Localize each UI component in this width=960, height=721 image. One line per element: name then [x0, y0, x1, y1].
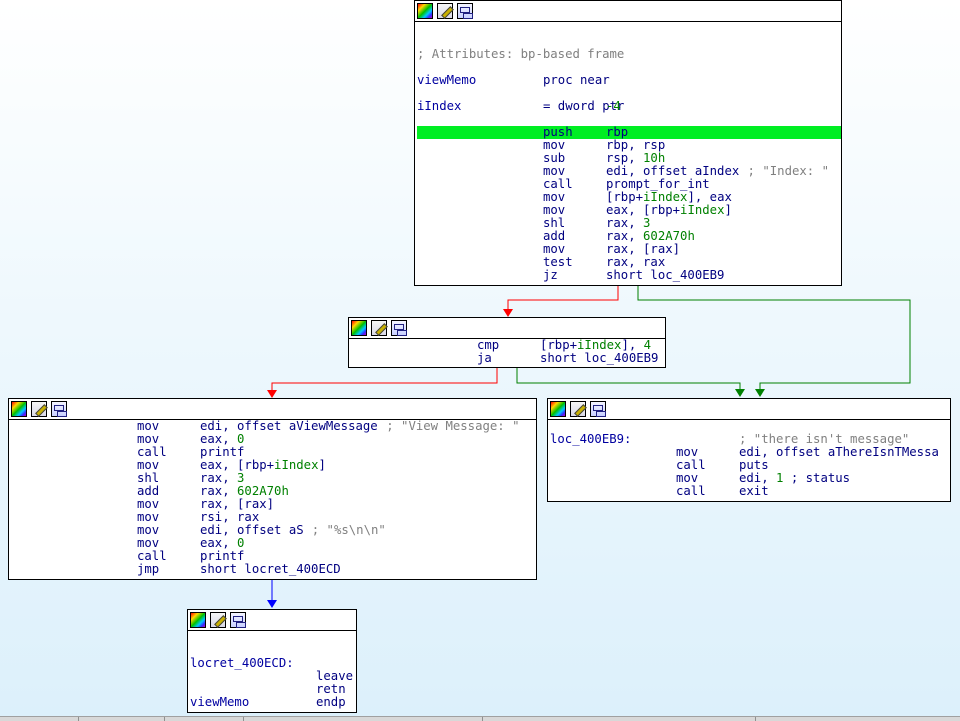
edge-ja-true [516, 368, 741, 392]
group-nodes-icon[interactable] [457, 3, 473, 19]
code-line[interactable]: viewMemo proc near [417, 74, 841, 87]
graph-node-loc-400eb9[interactable]: loc_400EB9:; "there isn't message" mov edi… [547, 398, 951, 502]
node-code: locret_400ECD: leave retn viewMemo endp [188, 631, 356, 709]
edge-ja-false [271, 368, 498, 393]
instruction-mnemonic: jz [543, 268, 558, 282]
edge-ja-false-arrow [267, 390, 277, 398]
node-header [415, 1, 841, 22]
code-line[interactable]: mov eax, [rbp+iIndex] [11, 459, 536, 472]
frame-comment: ; Attributes: bp-based frame [417, 47, 625, 61]
edge-jz-true [637, 286, 911, 392]
code-comment: ; "View Message: " [386, 419, 520, 433]
code-line[interactable]: iIndex = dword ptr -4 [417, 100, 841, 113]
code-label[interactable]: iIndex [417, 100, 461, 113]
edge-jz-false [507, 286, 619, 312]
instruction-mnemonic: call [676, 484, 706, 498]
code-line[interactable]: mov edi, offset aS; "%s\n\n" [11, 524, 536, 537]
group-nodes-icon[interactable] [590, 401, 606, 417]
instruction-mnemonic: endp [316, 695, 346, 709]
node-code: ; Attributes: bp-based frame viewMemo proc… [415, 22, 841, 282]
rename-node-icon[interactable] [570, 401, 586, 417]
instruction-operands[interactable]: short locret_400ECD [200, 563, 341, 576]
code-line[interactable]: mov eax, 0 [11, 433, 536, 446]
instruction-operands[interactable]: exit [739, 485, 769, 498]
code-comment: ; "Index: " [747, 164, 829, 178]
rename-node-icon[interactable] [437, 3, 453, 19]
rename-node-icon[interactable] [210, 612, 226, 628]
status-bar [0, 716, 960, 721]
rename-node-icon[interactable] [371, 320, 387, 336]
set-node-color-icon[interactable] [550, 401, 566, 417]
code-label[interactable]: locret_400ECD: [190, 657, 294, 670]
edge-jz-false-arrow [503, 309, 513, 317]
instruction-operands[interactable]: short loc_400EB9 [606, 269, 724, 282]
code-label[interactable]: viewMemo [417, 74, 476, 87]
edge-jz-true-arrow [755, 389, 765, 397]
edge-jmp-arrow [267, 600, 277, 608]
node-header [548, 399, 950, 420]
node-code: loc_400EB9:; "there isn't message" mov edi… [548, 420, 950, 498]
code-line[interactable]: mov eax, 0 [11, 537, 536, 550]
node-header [9, 399, 536, 420]
code-label[interactable]: viewMemo [190, 696, 249, 709]
code-line[interactable]: viewMemo endp [190, 696, 356, 709]
set-node-color-icon[interactable] [351, 320, 367, 336]
code-line[interactable] [417, 22, 841, 35]
graph-node-viewmemo-entry[interactable]: ; Attributes: bp-based frame viewMemo proc… [414, 0, 842, 286]
set-node-color-icon[interactable] [417, 3, 433, 19]
graph-node-view-message[interactable]: mov edi, offset aViewMessage; "View Messa… [8, 398, 537, 580]
rename-node-icon[interactable] [31, 401, 47, 417]
instruction-mnemonic: jmp [137, 562, 160, 576]
node-header [349, 318, 665, 339]
node-code: mov edi, offset aViewMessage; "View Messa… [9, 420, 536, 576]
node-header [188, 610, 356, 631]
graph-node-index-check[interactable]: cmp [rbp+iIndex], 4 ja short loc_400EB9 [348, 317, 666, 368]
code-line[interactable]: call exit [550, 485, 950, 498]
instruction-operands[interactable]: edi, offset aThereIsnTMessa [739, 446, 939, 459]
code-line[interactable]: ja short loc_400EB9 [351, 352, 665, 365]
code-comment: ; "%s\n\n" [311, 523, 386, 537]
code-line[interactable] [190, 631, 356, 644]
code-line[interactable]: ; Attributes: bp-based frame [417, 48, 841, 61]
instruction-operands[interactable]: short loc_400EB9 [540, 352, 658, 365]
group-nodes-icon[interactable] [51, 401, 67, 417]
group-nodes-icon[interactable] [391, 320, 407, 336]
code-line[interactable] [417, 61, 841, 74]
set-node-color-icon[interactable] [11, 401, 27, 417]
code-line[interactable]: jmp short locret_400ECD [11, 563, 536, 576]
code-line[interactable]: mov rax, [rax] [11, 498, 536, 511]
instruction-mnemonic: ja [477, 351, 492, 365]
code-line[interactable]: jz short loc_400EB9 [417, 269, 841, 282]
edge-ja-true-arrow [735, 389, 745, 397]
code-line[interactable] [417, 87, 841, 100]
code-line[interactable] [417, 113, 841, 126]
node-code: cmp [rbp+iIndex], 4 ja short loc_400EB9 [349, 339, 665, 365]
group-nodes-icon[interactable] [230, 612, 246, 628]
graph-node-locret-400ecd[interactable]: locret_400ECD: leave retn viewMemo endp [187, 609, 357, 713]
code-line[interactable]: mov edi, offset aViewMessage; "View Messa… [11, 420, 536, 433]
set-node-color-icon[interactable] [190, 612, 206, 628]
instruction-mnemonic: proc near [543, 73, 610, 87]
instruction-operands[interactable]: -4 [606, 100, 621, 113]
code-label[interactable]: loc_400EB9: [550, 433, 631, 446]
